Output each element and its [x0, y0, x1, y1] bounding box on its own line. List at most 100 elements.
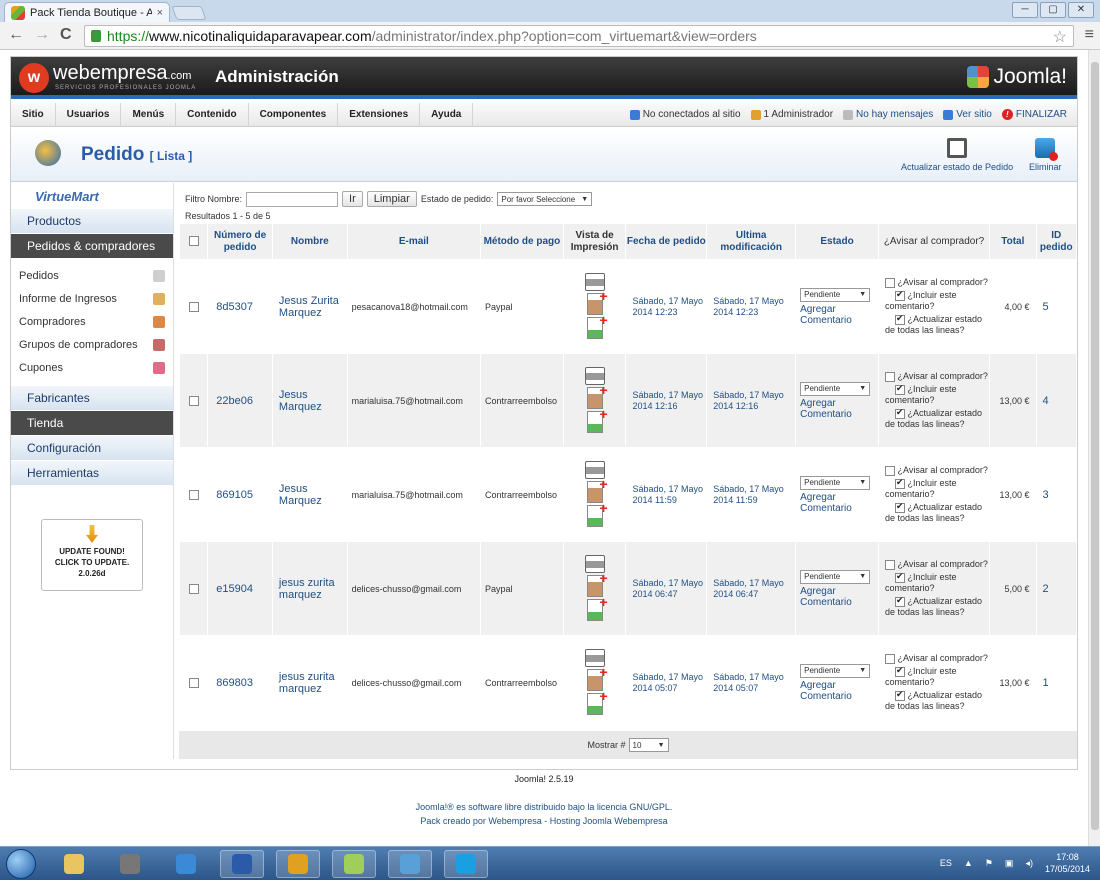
language-indicator[interactable]: ES — [940, 858, 952, 868]
show-limit-select[interactable]: 10 ▼ — [628, 738, 669, 752]
customer-name-link[interactable]: Jesus Marquez — [271, 447, 348, 542]
tray-arrow-icon[interactable]: ▲ — [964, 858, 973, 868]
invoice-icon[interactable] — [586, 500, 608, 527]
update-status-button[interactable]: Actualizar estado de Pedido — [901, 138, 1013, 172]
order-number-link[interactable]: 869105 — [207, 447, 273, 542]
add-comment-link[interactable]: Agregar Comentario — [800, 492, 878, 514]
customer-name-link[interactable]: Jesus Zurita Marquez — [271, 259, 348, 354]
update-lines-checkbox[interactable] — [894, 501, 905, 513]
sidebar-item-informe[interactable]: Informe de Ingresos — [11, 288, 173, 311]
back-button[interactable]: ← — [8, 26, 24, 44]
include-comment-checkbox[interactable] — [894, 571, 905, 583]
start-button[interactable] — [6, 849, 36, 879]
add-comment-link[interactable]: Agregar Comentario — [800, 586, 878, 608]
order-id-link[interactable]: 1 — [1035, 635, 1078, 730]
sidebar-item-pedidos[interactable]: Pedidos — [11, 265, 173, 288]
header-modified[interactable]: Ultima modificación — [706, 223, 797, 260]
header-status[interactable]: Estado — [795, 223, 879, 260]
order-status-select[interactable]: Pendiente ▼ — [800, 569, 871, 584]
tab-close-icon[interactable]: × — [157, 7, 163, 19]
filter-go-button[interactable]: Ir — [342, 191, 363, 207]
add-comment-link[interactable]: Agregar Comentario — [800, 680, 878, 702]
order-number-link[interactable]: e15904 — [207, 541, 273, 636]
order-status-select[interactable]: Pendiente ▼ — [800, 287, 871, 302]
sidebar-section-orders[interactable]: Pedidos & compradores — [11, 234, 173, 259]
network-icon[interactable]: ▣ — [1005, 858, 1014, 869]
row-checkbox[interactable] — [188, 301, 199, 312]
sidebar-section-configuracion[interactable]: Configuración — [11, 436, 173, 461]
messages-link[interactable]: No hay mensajes — [843, 109, 933, 120]
menu-menus[interactable]: Menús — [121, 102, 177, 127]
browser-tab[interactable]: Pack Tienda Boutique - A × — [4, 2, 170, 22]
notify-customer-checkbox[interactable] — [884, 371, 895, 382]
page-scrollbar[interactable] — [1088, 50, 1100, 846]
row-checkbox[interactable] — [188, 395, 199, 406]
taskbar-app[interactable] — [108, 850, 152, 878]
license-link[interactable]: Joomla!® es software libre distribuido b… — [0, 800, 1088, 814]
header-payment[interactable]: Método de pago — [480, 223, 564, 260]
order-number-link[interactable]: 869803 — [207, 635, 273, 730]
order-status-select[interactable]: Pendiente ▼ — [800, 663, 871, 678]
logout-link[interactable]: ! FINALIZAR — [1001, 109, 1067, 120]
customer-name-link[interactable]: jesus zurita marquez — [271, 541, 348, 636]
include-comment-checkbox[interactable] — [894, 383, 905, 395]
menu-componentes[interactable]: Componentes — [249, 102, 339, 127]
header-number[interactable]: Número de pedido — [207, 223, 273, 260]
close-window-button[interactable]: ✕ — [1068, 2, 1094, 18]
order-number-link[interactable]: 22be06 — [207, 353, 273, 448]
update-lines-checkbox[interactable] — [894, 689, 905, 701]
filter-name-input[interactable] — [246, 191, 339, 207]
sidebar-section-fabricantes[interactable]: Fabricantes — [11, 386, 173, 411]
row-checkbox[interactable] — [188, 583, 199, 594]
notify-customer-checkbox[interactable] — [884, 653, 895, 664]
reload-button[interactable]: C — [60, 26, 72, 44]
order-status-select[interactable]: Pendiente ▼ — [800, 475, 871, 490]
header-name[interactable]: Nombre — [271, 223, 348, 260]
menu-ayuda[interactable]: Ayuda — [420, 102, 474, 127]
sidebar-item-grupos[interactable]: Grupos de compradores — [11, 334, 173, 357]
row-checkbox[interactable] — [188, 677, 199, 688]
order-number-link[interactable]: 8d5307 — [207, 259, 273, 354]
order-status-select[interactable]: Pendiente ▼ — [800, 381, 871, 396]
invoice-icon[interactable] — [586, 312, 608, 339]
update-found-button[interactable]: UPDATE FOUND! CLICK TO UPDATE. 2.0.26d — [41, 519, 143, 591]
add-comment-link[interactable]: Agregar Comentario — [800, 304, 878, 326]
taskbar-app[interactable] — [52, 850, 96, 878]
credits-link[interactable]: Pack creado por Webempresa - Hosting Joo… — [0, 814, 1088, 828]
customer-name-link[interactable]: jesus zurita marquez — [271, 635, 348, 730]
minimize-button[interactable]: ─ — [1012, 2, 1038, 18]
maximize-button[interactable]: ▢ — [1040, 2, 1066, 18]
sidebar-section-products[interactable]: Productos — [11, 209, 173, 234]
invoice-icon[interactable] — [586, 406, 608, 433]
update-lines-checkbox[interactable] — [894, 313, 905, 325]
browser-menu-icon[interactable]: ≡ — [1085, 26, 1094, 44]
taskbar-app[interactable] — [444, 850, 488, 878]
customer-name-link[interactable]: Jesus Marquez — [271, 353, 348, 448]
menu-contenido[interactable]: Contenido — [176, 102, 249, 127]
order-id-link[interactable]: 4 — [1035, 353, 1078, 448]
status-filter-select[interactable]: Por favor Seleccione ▼ — [497, 192, 593, 206]
taskbar-app[interactable] — [388, 850, 432, 878]
taskbar-app[interactable] — [332, 850, 376, 878]
update-lines-checkbox[interactable] — [894, 407, 905, 419]
order-id-link[interactable]: 3 — [1035, 447, 1078, 542]
new-tab-button[interactable] — [171, 6, 207, 20]
clock[interactable]: 17:08 17/05/2014 — [1045, 851, 1090, 875]
row-checkbox[interactable] — [188, 489, 199, 500]
include-comment-checkbox[interactable] — [894, 477, 905, 489]
menu-sitio[interactable]: Sitio — [11, 102, 56, 127]
delete-button[interactable]: Eliminar — [1029, 138, 1062, 172]
taskbar-app[interactable] — [220, 850, 264, 878]
sidebar-section-tienda[interactable]: Tienda — [11, 411, 173, 436]
volume-icon[interactable]: ◂) — [1025, 858, 1033, 869]
header-total[interactable]: Total — [989, 223, 1037, 260]
update-lines-checkbox[interactable] — [894, 595, 905, 607]
forward-button[interactable]: → — [34, 26, 50, 44]
header-date[interactable]: Fecha de pedido — [625, 223, 708, 260]
header-id[interactable]: ID pedido — [1035, 223, 1078, 260]
flag-icon[interactable]: ⚑ — [985, 858, 993, 869]
invoice-icon[interactable] — [586, 688, 608, 715]
notify-customer-checkbox[interactable] — [884, 559, 895, 570]
sidebar-item-cupones[interactable]: Cupones — [11, 357, 173, 380]
add-comment-link[interactable]: Agregar Comentario — [800, 398, 878, 420]
